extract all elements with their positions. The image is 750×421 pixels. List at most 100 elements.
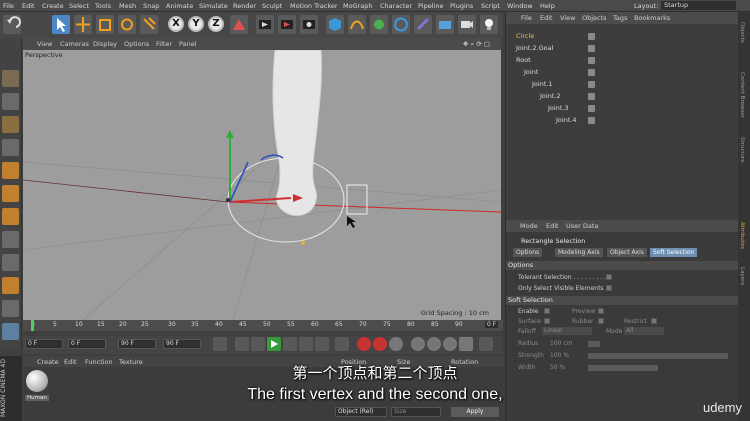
record-icon[interactable] bbox=[357, 337, 371, 351]
objmenu-view[interactable]: View bbox=[560, 14, 575, 22]
strip-tab-objects[interactable]: Objects bbox=[739, 22, 745, 43]
pen-spline-icon[interactable] bbox=[348, 15, 366, 34]
attrmenu-mode[interactable]: Mode bbox=[520, 222, 538, 230]
radius-slider[interactable] bbox=[588, 341, 600, 347]
visibility-icon[interactable] bbox=[588, 69, 595, 76]
objmenu-file[interactable]: File bbox=[521, 14, 532, 22]
previous-key-icon[interactable] bbox=[235, 337, 249, 351]
next-key-icon[interactable] bbox=[299, 337, 313, 351]
polygons-mode-icon[interactable] bbox=[2, 208, 19, 225]
deformer-icon[interactable] bbox=[414, 15, 432, 34]
visibility-icon[interactable] bbox=[588, 33, 595, 40]
object-row-joint-goal[interactable]: Joint.2.Goal bbox=[508, 43, 738, 54]
z-axis-lock-icon[interactable]: Z bbox=[208, 16, 224, 32]
preview-checkbox[interactable] bbox=[598, 308, 604, 314]
menu-help[interactable]: Help bbox=[540, 2, 555, 10]
menu-plugins[interactable]: Plugins bbox=[450, 2, 473, 10]
falloff-dropdown[interactable]: Linear bbox=[542, 327, 592, 335]
current-frame-field[interactable]: 0 F bbox=[68, 339, 106, 349]
locked-workplane-icon[interactable] bbox=[2, 300, 19, 317]
menu-select[interactable]: Select bbox=[69, 2, 89, 10]
viewport-menu-display[interactable]: Display bbox=[93, 40, 117, 48]
layout-dropdown[interactable]: Startup bbox=[661, 1, 736, 10]
floor-icon[interactable] bbox=[436, 15, 454, 34]
restrict-checkbox[interactable] bbox=[651, 318, 657, 324]
workplane-icon[interactable] bbox=[2, 139, 19, 156]
menu-window[interactable]: Window bbox=[507, 2, 533, 10]
texture-mode-icon[interactable] bbox=[2, 116, 19, 133]
object-row-joint-3[interactable]: Joint.3 bbox=[508, 103, 738, 114]
cube-icon[interactable] bbox=[326, 15, 344, 34]
menu-create[interactable]: Create bbox=[42, 2, 64, 10]
radius-value[interactable]: 100 cm bbox=[550, 340, 573, 347]
menu-simulate[interactable]: Simulate bbox=[199, 2, 228, 10]
strength-slider[interactable] bbox=[588, 353, 728, 359]
viewport-navigate-icon[interactable]: ✥ ⌕ ⟳ ▢ bbox=[463, 40, 490, 49]
axis-mode-icon[interactable] bbox=[2, 231, 19, 248]
tweak-mode-icon[interactable] bbox=[2, 254, 19, 271]
array-icon[interactable] bbox=[392, 15, 410, 34]
viewport-scene[interactable] bbox=[23, 50, 501, 320]
make-editable-icon[interactable] bbox=[2, 70, 19, 87]
tab-soft-selection[interactable]: Soft Selection bbox=[650, 248, 698, 257]
subdivision-surface-icon[interactable] bbox=[370, 15, 388, 34]
recent-tools-icon[interactable] bbox=[140, 15, 158, 34]
menu-edit[interactable]: Edit bbox=[22, 2, 35, 10]
world-coordinates-icon[interactable] bbox=[230, 15, 248, 34]
object-row-joint[interactable]: Joint bbox=[508, 67, 738, 78]
previous-frame-icon[interactable] bbox=[251, 337, 265, 351]
menu-mesh[interactable]: Mesh bbox=[119, 2, 136, 10]
model-mode-icon[interactable] bbox=[2, 93, 19, 110]
autokey-icon[interactable] bbox=[373, 337, 387, 351]
param-key-icon[interactable] bbox=[459, 337, 473, 351]
objmenu-edit[interactable]: Edit bbox=[540, 14, 553, 22]
go-to-end-icon[interactable] bbox=[315, 337, 329, 351]
menu-character[interactable]: Character bbox=[380, 2, 412, 10]
timeline-menu-icon[interactable] bbox=[479, 337, 493, 351]
undo-icon[interactable] bbox=[3, 15, 21, 34]
render-view-icon[interactable] bbox=[256, 15, 274, 34]
size-mode-dropdown[interactable]: Size bbox=[391, 407, 441, 417]
strip-tab-content-browser[interactable]: Content Browser bbox=[739, 72, 745, 118]
play-icon[interactable] bbox=[267, 337, 281, 351]
position-key-icon[interactable] bbox=[411, 337, 425, 351]
surface-checkbox[interactable] bbox=[544, 318, 550, 324]
strip-tab-structure[interactable]: Structure bbox=[739, 137, 745, 163]
viewport-menu-cameras[interactable]: Cameras bbox=[60, 40, 89, 48]
3d-viewport[interactable]: Perspective Grid Spacing : 10 cm bbox=[23, 50, 501, 320]
planar-workplane-icon[interactable] bbox=[2, 323, 19, 340]
strength-value[interactable]: 100 % bbox=[550, 352, 569, 359]
end-frame-field[interactable]: 90 F bbox=[118, 339, 156, 349]
points-mode-icon[interactable] bbox=[2, 162, 19, 179]
tab-object-axis[interactable]: Object Axis bbox=[607, 248, 647, 257]
menu-sculpt[interactable]: Sculpt bbox=[262, 2, 282, 10]
menu-script[interactable]: Script bbox=[481, 2, 500, 10]
object-row-joint-4[interactable]: Joint.4 bbox=[508, 115, 738, 126]
attrmenu-user-data[interactable]: User Data bbox=[566, 222, 598, 230]
viewport-menu-filter[interactable]: Filter bbox=[156, 40, 172, 48]
live-selection-icon[interactable] bbox=[52, 15, 70, 34]
viewport-menu-panel[interactable]: Panel bbox=[179, 40, 197, 48]
scale-icon[interactable] bbox=[96, 15, 114, 34]
strip-tab-attributes[interactable]: Attributes bbox=[739, 222, 745, 249]
strip-tab-layers[interactable]: Layers bbox=[739, 267, 745, 285]
viewport-menu-options[interactable]: Options bbox=[124, 40, 149, 48]
menu-mograph[interactable]: MoGraph bbox=[343, 2, 373, 10]
next-frame-icon[interactable] bbox=[283, 337, 297, 351]
go-to-start-icon[interactable] bbox=[213, 337, 227, 351]
objmenu-bookmarks[interactable]: Bookmarks bbox=[634, 14, 670, 22]
y-axis-lock-icon[interactable]: Y bbox=[188, 16, 204, 32]
visibility-icon[interactable] bbox=[588, 117, 595, 124]
rubber-checkbox[interactable] bbox=[598, 318, 604, 324]
start-frame-field[interactable]: 0 F bbox=[25, 339, 63, 349]
menu-animate[interactable]: Animate bbox=[166, 2, 193, 10]
snapping-icon[interactable] bbox=[2, 277, 19, 294]
visibility-icon[interactable] bbox=[588, 105, 595, 112]
timeline-playhead[interactable] bbox=[31, 320, 34, 331]
object-row-root[interactable]: Root bbox=[508, 55, 738, 66]
edges-mode-icon[interactable] bbox=[2, 185, 19, 202]
camera-icon[interactable] bbox=[458, 15, 476, 34]
visibility-icon[interactable] bbox=[588, 81, 595, 88]
move-icon[interactable] bbox=[74, 15, 92, 34]
tab-options[interactable]: Options bbox=[513, 248, 543, 257]
